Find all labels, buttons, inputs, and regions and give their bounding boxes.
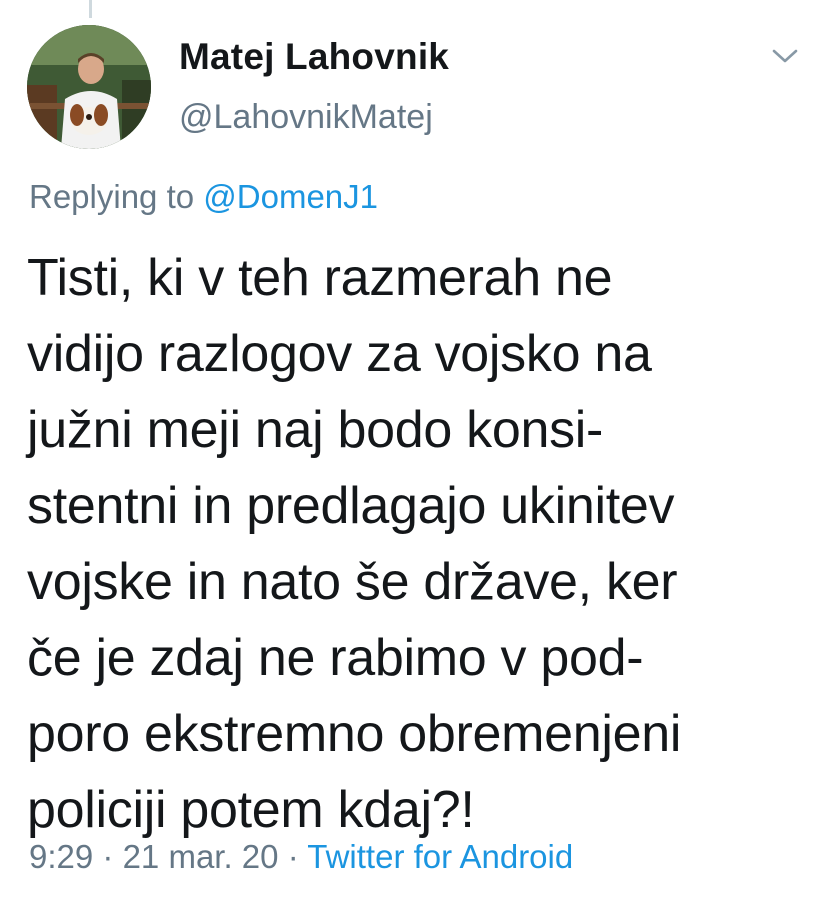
tweet-text-line: vidijo razlogov za vojsko na <box>27 325 652 383</box>
meta-separator: · <box>102 838 114 875</box>
thread-connector-line <box>89 0 92 18</box>
chevron-down-icon[interactable] <box>770 46 800 66</box>
tweet-text-line: Tisti, ki v teh razmerah ne <box>27 249 613 307</box>
replying-to: Replying to @DomenJ1 <box>29 178 378 216</box>
avatar-photo <box>27 25 151 149</box>
tweet-text-line: stentni in predlagajo ukinitev <box>27 477 675 535</box>
replying-to-label: Replying to <box>29 178 195 215</box>
author-handle[interactable]: @LahovnikMatej <box>179 98 433 137</box>
tweet-metadata: 9:29 · 21 mar. 20 · Twitter for Android <box>29 838 573 876</box>
reply-mention-link[interactable]: @DomenJ1 <box>203 178 378 215</box>
tweet-time[interactable]: 9:29 <box>29 838 93 875</box>
tweet-text: Tisti, ki v teh razmerah ne vidijo razlo… <box>27 240 817 848</box>
tweet-source-link[interactable]: Twitter for Android <box>307 838 573 875</box>
author-name[interactable]: Matej Lahovnik <box>179 36 449 78</box>
meta-separator: · <box>287 838 299 875</box>
tweet-text-line: poro ekstremno obremenjeni <box>27 705 682 763</box>
tweet-text-line: če je zdaj ne rabimo v pod- <box>27 629 644 687</box>
tweet-date[interactable]: 21 mar. 20 <box>123 838 279 875</box>
tweet-text-line: vojske in nato še države, ker <box>27 553 678 611</box>
avatar[interactable] <box>27 25 151 149</box>
tweet-text-line: policiji potem kdaj?! <box>27 781 475 839</box>
tweet-text-line: južni meji naj bodo konsi- <box>27 401 604 459</box>
